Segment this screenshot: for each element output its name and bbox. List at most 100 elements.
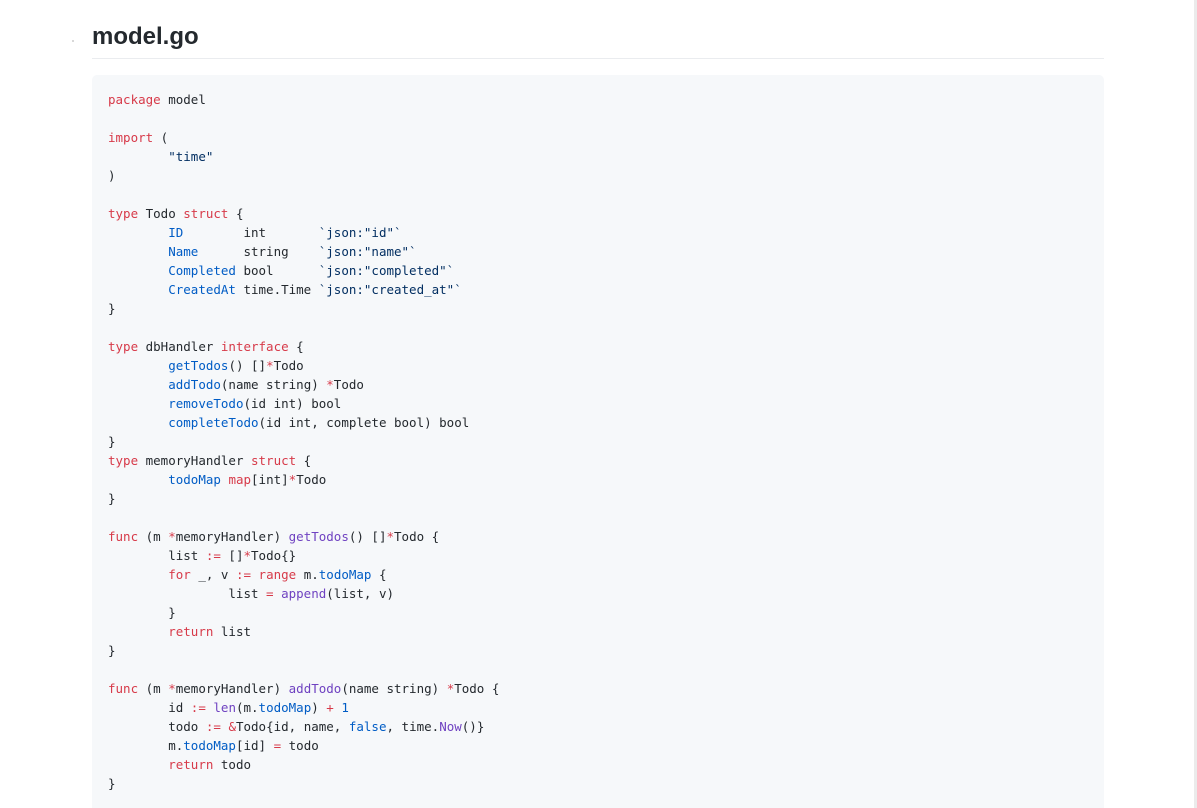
code-token: int	[183, 225, 319, 240]
code-token: (m.	[235, 700, 259, 715]
code-token: type	[108, 206, 139, 221]
code-token: []	[220, 548, 244, 563]
code-token: todoMap	[318, 567, 372, 582]
code-token: dbHandler	[138, 339, 221, 354]
code-token: time.Time	[235, 282, 319, 297]
code-token: bool	[235, 263, 319, 278]
code-token: Todo{}	[251, 548, 297, 563]
code-token: ID	[168, 225, 184, 240]
code-token: func	[108, 681, 139, 696]
code-line: )	[108, 166, 499, 185]
code-line: import (	[108, 128, 499, 147]
code-token: {	[228, 206, 244, 221]
code-token: range	[258, 567, 297, 582]
code-line: }	[108, 299, 499, 318]
code-line: type dbHandler interface {	[108, 337, 499, 356]
code-line: Name string `json:"name"`	[108, 242, 499, 261]
code-token: type	[108, 339, 139, 354]
code-token: memoryHandler)	[175, 529, 289, 544]
code-token: package	[108, 92, 161, 107]
code-token: completeTodo	[168, 415, 259, 430]
code-token: model	[160, 92, 206, 107]
code-token: Name	[168, 244, 199, 259]
code-line: id := len(m.todoMap) + 1	[108, 698, 499, 717]
code-token: *	[386, 529, 395, 544]
code-token: (	[153, 130, 169, 145]
code-token: _, v	[190, 567, 236, 582]
code-line: }	[108, 432, 499, 451]
code-token: `json:"completed"`	[318, 263, 455, 278]
code-line: "time"	[108, 147, 499, 166]
code-line: func (m *memoryHandler) getTodos() []*To…	[108, 527, 499, 546]
code-token: string	[198, 244, 319, 259]
code-token: +	[326, 700, 334, 715]
code-line: for _, v := range m.todoMap {	[108, 565, 499, 584]
code-token: memoryHandler)	[175, 681, 289, 696]
code-block: package model import ( "time") type Todo s…	[92, 75, 1104, 808]
code-line: todoMap map[int]*Todo	[108, 470, 499, 489]
code-token: m.	[108, 738, 184, 753]
code-token: [id]	[235, 738, 274, 753]
code-token: type	[108, 453, 139, 468]
code-token: Now	[439, 719, 462, 734]
code-token: Todo{id, name,	[235, 719, 349, 734]
code-token: func	[108, 529, 139, 544]
code-token: [int]	[251, 472, 289, 487]
code-token: `json:"created_at"`	[318, 282, 462, 297]
code-token: Completed	[168, 263, 236, 278]
code-token: *	[168, 529, 176, 544]
code-token: list	[108, 548, 206, 563]
code-token: :=	[205, 548, 221, 563]
code-token: `json:"name"`	[318, 244, 417, 259]
code-line: todo := &Todo{id, name, false, time.Now(…	[108, 717, 499, 736]
code-token: }	[108, 776, 116, 791]
code-token: `json:"id"`	[318, 225, 402, 240]
code-token: :=	[235, 567, 252, 582]
code-token: map	[228, 472, 252, 487]
code-line: type memoryHandler struct {	[108, 451, 499, 470]
code-token: , time.	[386, 719, 440, 734]
code-token: addTodo	[168, 377, 221, 392]
code-token: struct	[251, 453, 297, 468]
code-token: getTodos	[288, 529, 349, 544]
file-header: model.go	[92, 22, 1104, 59]
code-line: }	[108, 641, 499, 660]
code-token: =	[266, 586, 274, 601]
code-line: ID int `json:"id"`	[108, 223, 499, 242]
code-line: addTodo(name string) *Todo	[108, 375, 499, 394]
code-token: todo	[108, 719, 206, 734]
code-token: :=	[205, 719, 221, 734]
code-token: Todo	[333, 377, 364, 392]
code-token: Todo {	[454, 681, 500, 696]
code-token: append	[281, 586, 327, 601]
code-line: getTodos() []*Todo	[108, 356, 499, 375]
code-token: todo	[281, 738, 319, 753]
code-line: type Todo struct {	[108, 204, 499, 223]
code-token: :=	[190, 700, 206, 715]
code-token: todoMap	[183, 738, 236, 753]
code-token: CreatedAt	[168, 282, 236, 297]
code-token: Todo	[273, 358, 304, 373]
code-token: return	[168, 624, 214, 639]
code-token: len	[213, 700, 236, 715]
code-line: removeTodo(id int) bool	[108, 394, 499, 413]
code-token: Todo {	[394, 529, 440, 544]
page-marker	[72, 40, 74, 42]
code-line: completeTodo(id int, complete bool) bool	[108, 413, 499, 432]
code-token: todo	[213, 757, 252, 772]
code-line: list := []*Todo{}	[108, 546, 499, 565]
code-token: "time"	[168, 149, 214, 164]
code-token: getTodos	[168, 358, 229, 373]
